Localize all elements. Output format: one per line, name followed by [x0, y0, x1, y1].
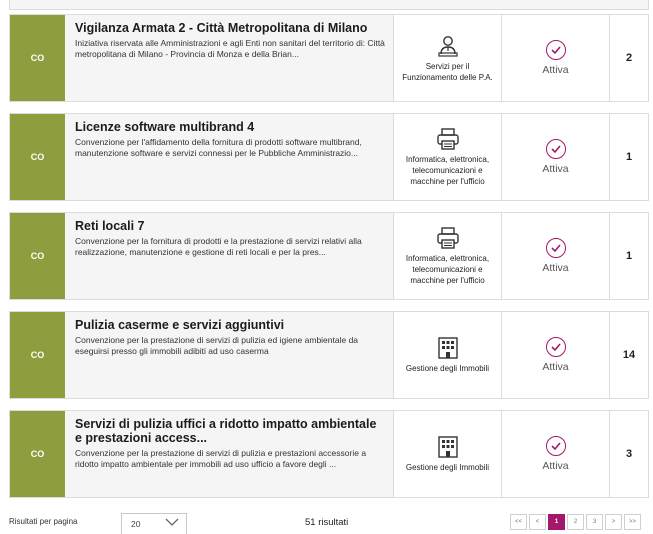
results-per-page-value: 20 [131, 519, 141, 529]
check-circle-icon [545, 40, 566, 60]
card-category-label: Gestione degli Immobili [405, 364, 490, 373]
card-description: Convenzione per l'affidamento della forn… [75, 137, 362, 158]
card-description: Iniziativa riservata alle Amministrazion… [75, 38, 385, 59]
card-body: Pulizia caserme e servizi aggiuntivi Conv… [65, 312, 393, 398]
pager-last-button[interactable]: >> [624, 514, 641, 530]
card-type-badge: CO [10, 114, 65, 200]
card-title[interactable]: Pulizia caserme e servizi aggiuntivi [75, 318, 385, 332]
result-card[interactable]: CO Licenze software multibrand 4 Convenzio… [9, 113, 649, 201]
result-card[interactable]: CO Vigilanza Armata 2 - Città Metropolita… [9, 14, 649, 102]
card-title[interactable]: Reti locali 7 [75, 219, 385, 233]
card-category: Informatica, elettronica, telecomunicazi… [393, 213, 501, 299]
card-count: 1 [609, 213, 648, 299]
card-description: Convenzione per la fornitura di prodotti… [75, 236, 362, 257]
card-category-label: Gestione degli Immobili [405, 463, 490, 472]
result-card[interactable]: CO Servizi di pulizia uffici a ridotto im… [9, 410, 649, 498]
card-category-label: Informatica, elettronica, telecomunicazi… [405, 254, 490, 285]
card-status: Attiva [501, 411, 609, 497]
card-status: Attiva [501, 15, 609, 101]
card-category-label: Informatica, elettronica, telecomunicazi… [405, 155, 490, 186]
previous-card-stub [9, 0, 649, 10]
card-body: Vigilanza Armata 2 - Città Metropolitana… [65, 15, 393, 101]
printer-icon [436, 226, 460, 250]
pager-next-button[interactable]: > [605, 514, 622, 530]
results-footer: Risultati per pagina 20 51 risultati << <… [0, 508, 653, 534]
pager-page-3[interactable]: 3 [586, 514, 603, 530]
result-card[interactable]: CO Reti locali 7 Convenzione per la fornit… [9, 212, 649, 300]
building-icon [436, 435, 460, 459]
results-list: CO Vigilanza Armata 2 - Città Metropolita… [9, 14, 649, 509]
card-status-label: Attiva [542, 163, 569, 175]
pagination: << <1 2 3 > >> [510, 514, 643, 530]
check-circle-icon [545, 238, 566, 258]
card-category: Gestione degli Immobili [393, 411, 501, 497]
card-type-badge: CO [10, 15, 65, 101]
results-per-page-label: Risultati per pagina [9, 517, 78, 526]
chevron-down-icon [165, 518, 179, 526]
card-count: 1 [609, 114, 648, 200]
card-category-label: Servizi per il Funzionamento delle P.A. [402, 61, 493, 82]
pager-page-2[interactable]: 2 [567, 514, 584, 530]
card-description: Convenzione per la prestazione di serviz… [75, 448, 367, 469]
card-type-badge: CO [10, 312, 65, 398]
card-status: Attiva [501, 114, 609, 200]
card-status-label: Attiva [542, 64, 569, 76]
building-icon [436, 336, 460, 360]
card-count: 3 [609, 411, 648, 497]
result-card[interactable]: CO Pulizia caserme e servizi aggiuntivi Co… [9, 311, 649, 399]
card-category: Servizi per il Funzionamento delle P.A. [393, 15, 501, 101]
card-body: Reti locali 7 Convenzione per la fornitur… [65, 213, 393, 299]
card-body: Servizi di pulizia uffici a ridotto impa… [65, 411, 393, 497]
check-circle-icon [545, 436, 566, 456]
card-title[interactable]: Vigilanza Armata 2 - Città Metropolitana… [75, 21, 385, 35]
pager-first-button[interactable]: << [510, 514, 527, 530]
pager-prev-button[interactable]: < [529, 514, 546, 530]
card-body: Licenze software multibrand 4 Convenzione… [65, 114, 393, 200]
card-category: Gestione degli Immobili [393, 312, 501, 398]
card-status-label: Attiva [542, 361, 569, 373]
card-status: Attiva [501, 312, 609, 398]
card-type-badge: CO [10, 411, 65, 497]
check-circle-icon [545, 139, 566, 159]
card-count: 14 [609, 312, 648, 398]
card-category: Informatica, elettronica, telecomunicazi… [393, 114, 501, 200]
pager-page-1[interactable]: 1 [548, 514, 565, 530]
card-status-label: Attiva [542, 262, 569, 274]
card-type-badge: CO [10, 213, 65, 299]
results-count: 51 risultati [305, 517, 349, 528]
card-count: 2 [609, 15, 648, 101]
card-status-label: Attiva [542, 460, 569, 472]
results-per-page-select[interactable]: 20 [121, 513, 187, 534]
card-title[interactable]: Servizi di pulizia uffici a ridotto impa… [75, 417, 385, 445]
printer-icon [436, 127, 460, 151]
card-status: Attiva [501, 213, 609, 299]
card-description: Convenzione per la prestazione di serviz… [75, 335, 359, 356]
check-circle-icon [545, 337, 566, 357]
person-desk-icon [436, 34, 460, 58]
card-title[interactable]: Licenze software multibrand 4 [75, 120, 385, 134]
